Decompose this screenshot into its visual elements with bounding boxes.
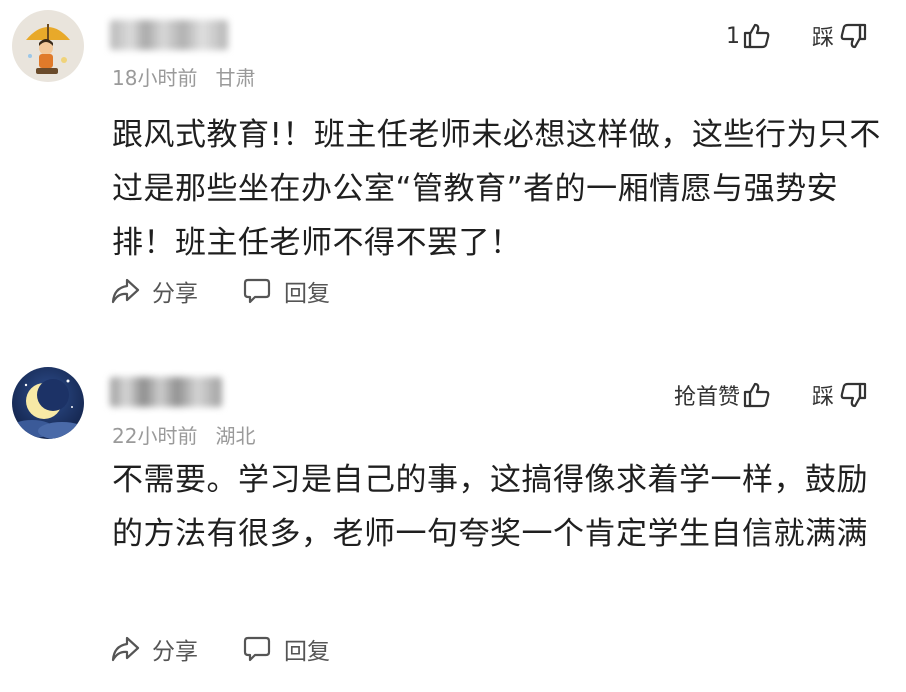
share-button[interactable]: 分享: [110, 632, 198, 666]
share-icon: [111, 278, 140, 304]
reply-button[interactable]: 回复: [242, 274, 330, 308]
share-icon: [111, 636, 140, 662]
reply-icon: [243, 278, 271, 304]
thumbs-down-icon[interactable]: [838, 380, 868, 410]
username-blurred[interactable]: [110, 20, 228, 50]
username-blurred[interactable]: [110, 377, 222, 407]
comment-time: 22小时前: [112, 424, 198, 448]
avatar[interactable]: [12, 10, 84, 82]
comment-text: 跟风式教育!！班主任老师未必想这样做，这些行为只不过是那些坐在办公室“管教育”者…: [112, 117, 881, 261]
reply-label: 回复: [284, 281, 330, 307]
reply-icon: [243, 636, 271, 662]
reply-label: 回复: [284, 639, 330, 665]
comment-meta: 18小时前 甘肃: [112, 62, 255, 91]
thumbs-down-icon[interactable]: [838, 21, 868, 51]
comment-item: 22小时前 湖北 抢首赞 踩 不需要。学习是自己的事，这搞得像求着学一样，鼓励的方…: [0, 355, 906, 692]
avatar[interactable]: [12, 367, 84, 439]
vote-area: 1 踩: [726, 20, 868, 52]
share-label: 分享: [152, 639, 198, 665]
reply-button[interactable]: 回复: [242, 632, 330, 666]
comment-region: 湖北: [215, 424, 256, 448]
comment-region: 甘肃: [215, 66, 256, 90]
comment-text: 不需要。学习是自己的事，这搞得像求着学一样，鼓励的方法有很多，老师一句夸奖一个肯…: [112, 462, 868, 552]
share-label: 分享: [152, 281, 198, 307]
thumbs-up-icon[interactable]: [742, 21, 772, 51]
vote-area: 抢首赞 踩: [674, 379, 868, 411]
dislike-label[interactable]: 踩: [812, 20, 834, 52]
share-button[interactable]: 分享: [110, 274, 198, 308]
comment-time: 18小时前: [112, 66, 198, 90]
comment-actions: 分享 回复: [110, 632, 330, 666]
thumbs-up-icon[interactable]: [742, 380, 772, 410]
like-count[interactable]: 1: [726, 24, 740, 49]
comment-actions: 分享 回复: [110, 274, 330, 308]
comment-item: 18小时前 甘肃 1 踩 跟风式教育!！班主任老师未必想这样做，这些行为只不过是那…: [0, 0, 906, 350]
dislike-label[interactable]: 踩: [812, 379, 834, 411]
like-first-label[interactable]: 抢首赞: [674, 379, 740, 411]
comment-meta: 22小时前 湖北: [112, 420, 255, 449]
